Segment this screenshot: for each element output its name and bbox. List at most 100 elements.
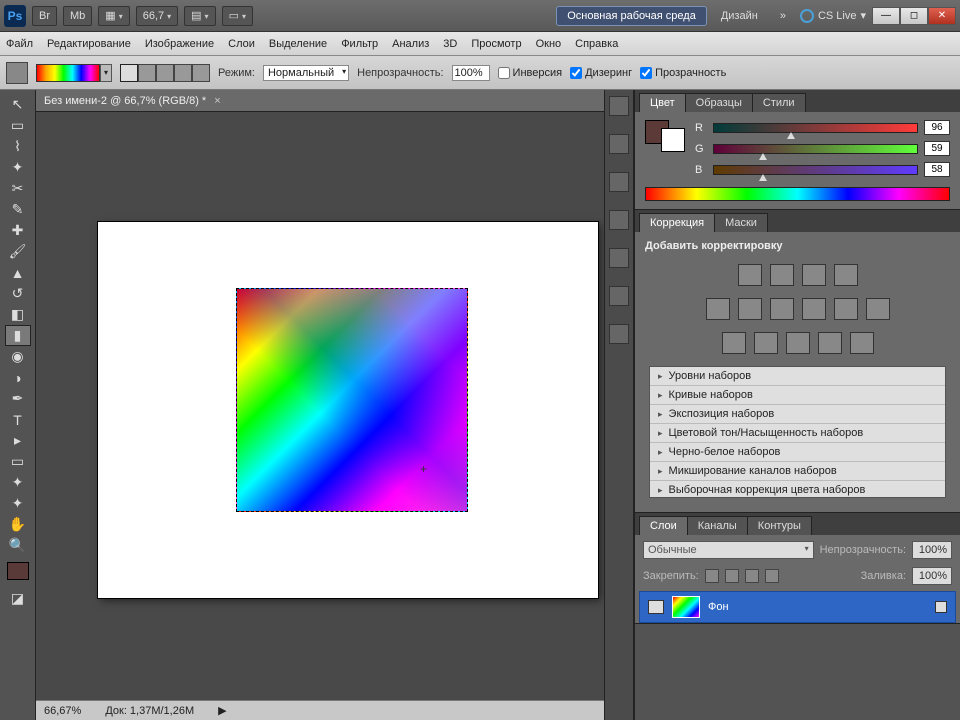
adj-vibrance-icon[interactable] [706,298,730,320]
adj-exposure-icon[interactable] [834,264,858,286]
bridge-button[interactable]: Br [32,6,57,26]
menu-filter[interactable]: Фильтр [341,38,378,50]
adj-mixer-icon[interactable] [866,298,890,320]
spectrum-ramp[interactable] [645,187,950,201]
lasso-tool[interactable]: ⌇ [5,136,31,157]
view-extras-button[interactable]: ▦ [98,6,129,26]
dock-brush-icon[interactable] [609,172,629,192]
gradient-angle[interactable] [156,64,174,82]
marquee-tool[interactable]: ▭ [5,115,31,136]
menu-help[interactable]: Справка [575,38,618,50]
adj-hue-icon[interactable] [738,298,762,320]
close-tab-icon[interactable]: × [214,95,220,107]
preset-item[interactable]: Уровни наборов [650,367,945,386]
preset-list[interactable]: Уровни наборов Кривые наборов Экспозиция… [649,366,946,498]
r-slider[interactable] [713,123,918,133]
adj-levels-icon[interactable] [770,264,794,286]
tab-swatches[interactable]: Образцы [685,93,753,112]
cs-live-button[interactable]: CS Live▾ [800,9,866,23]
tab-color[interactable]: Цвет [639,93,686,112]
maximize-button[interactable]: ◻ [900,7,928,25]
arrange-docs-button[interactable]: ▤ [184,6,215,26]
path-select-tool[interactable]: ▸ [5,430,31,451]
dock-history-icon[interactable] [609,134,629,154]
tab-masks[interactable]: Маски [714,213,768,232]
blend-mode-select[interactable]: Обычные [643,541,814,559]
document-tab[interactable]: Без имени-2 @ 66,7% (RGB/8) * × [36,90,604,112]
preset-item[interactable]: Цветовой тон/Насыщенность наборов [650,424,945,443]
tab-channels[interactable]: Каналы [687,516,748,535]
3d-tool[interactable]: ✦ [5,472,31,493]
lock-pos-icon[interactable] [745,569,759,583]
adj-selcolor-icon[interactable] [850,332,874,354]
screen-mode-button[interactable]: ▭ [222,6,253,26]
minimize-button[interactable]: — [872,7,900,25]
gradient-linear[interactable] [120,64,138,82]
adj-brightness-icon[interactable] [738,264,762,286]
preset-item[interactable]: Микширование каналов наборов [650,462,945,481]
gradient-radial[interactable] [138,64,156,82]
close-button[interactable]: ✕ [928,7,956,25]
workspace-active[interactable]: Основная рабочая среда [556,6,707,26]
dock-para-icon[interactable] [609,324,629,344]
layer-thumbnail[interactable] [672,596,700,618]
workspace-design[interactable]: Дизайн [713,10,766,22]
preset-item[interactable]: Выборочная коррекция цвета наборов [650,481,945,498]
blend-mode-select[interactable]: Нормальный [263,65,349,81]
dither-checkbox[interactable]: Дизеринг [570,67,632,79]
shape-tool[interactable]: ▭ [5,451,31,472]
quickmask-toggle[interactable]: ◪ [5,588,31,609]
eyedropper-tool[interactable]: ✎ [5,199,31,220]
eraser-tool[interactable]: ◧ [5,304,31,325]
adj-photo-icon[interactable] [834,298,858,320]
menu-layers[interactable]: Слои [228,38,255,50]
dock-clone-icon[interactable] [609,210,629,230]
adj-balance-icon[interactable] [770,298,794,320]
history-brush-tool[interactable]: ↺ [5,283,31,304]
workspace-more[interactable]: » [772,10,794,22]
minibridge-button[interactable]: Mb [63,6,92,26]
visibility-icon[interactable] [648,600,664,614]
adj-bw-icon[interactable] [802,298,826,320]
menu-select[interactable]: Выделение [269,38,327,50]
tab-layers[interactable]: Слои [639,516,688,535]
preset-item[interactable]: Экспозиция наборов [650,405,945,424]
wand-tool[interactable]: ✦ [5,157,31,178]
brush-tool[interactable]: 🖌 [5,241,31,262]
gradient-diamond[interactable] [192,64,210,82]
r-value[interactable]: 96 [924,120,950,135]
tab-paths[interactable]: Контуры [747,516,812,535]
lock-pixels-icon[interactable] [725,569,739,583]
3d-camera-tool[interactable]: ✦ [5,493,31,514]
layer-opacity-input[interactable]: 100% [912,541,952,559]
lock-trans-icon[interactable] [705,569,719,583]
g-value[interactable]: 59 [924,141,950,156]
dock-minibridge-icon[interactable] [609,96,629,116]
b-slider[interactable] [713,165,918,175]
zoom-level-button[interactable]: 66,7 [136,6,178,26]
g-slider[interactable] [713,144,918,154]
menu-image[interactable]: Изображение [145,38,214,50]
tab-styles[interactable]: Стили [752,93,806,112]
pen-tool[interactable]: ✒ [5,388,31,409]
type-tool[interactable]: T [5,409,31,430]
tool-preset-icon[interactable] [6,62,28,84]
adj-gradmap-icon[interactable] [818,332,842,354]
crop-tool[interactable]: ✂ [5,178,31,199]
status-zoom[interactable]: 66,67% [44,705,81,717]
menu-window[interactable]: Окно [536,38,562,50]
layer-name[interactable]: Фон [708,601,729,613]
layer-row[interactable]: Фон [639,591,956,623]
adj-poster-icon[interactable] [754,332,778,354]
adj-invert-icon[interactable] [722,332,746,354]
foreground-swatch[interactable] [7,562,29,580]
preset-item[interactable]: Черно-белое наборов [650,443,945,462]
hand-tool[interactable]: ✋ [5,514,31,535]
preset-item[interactable]: Кривые наборов [650,386,945,405]
inverse-checkbox[interactable]: Инверсия [498,67,563,79]
status-arrow-icon[interactable]: ▶ [218,704,226,717]
opacity-input[interactable]: 100% [452,65,490,81]
menu-file[interactable]: Файл [6,38,33,50]
bg-color-icon[interactable] [661,128,685,152]
dock-char-icon[interactable] [609,286,629,306]
